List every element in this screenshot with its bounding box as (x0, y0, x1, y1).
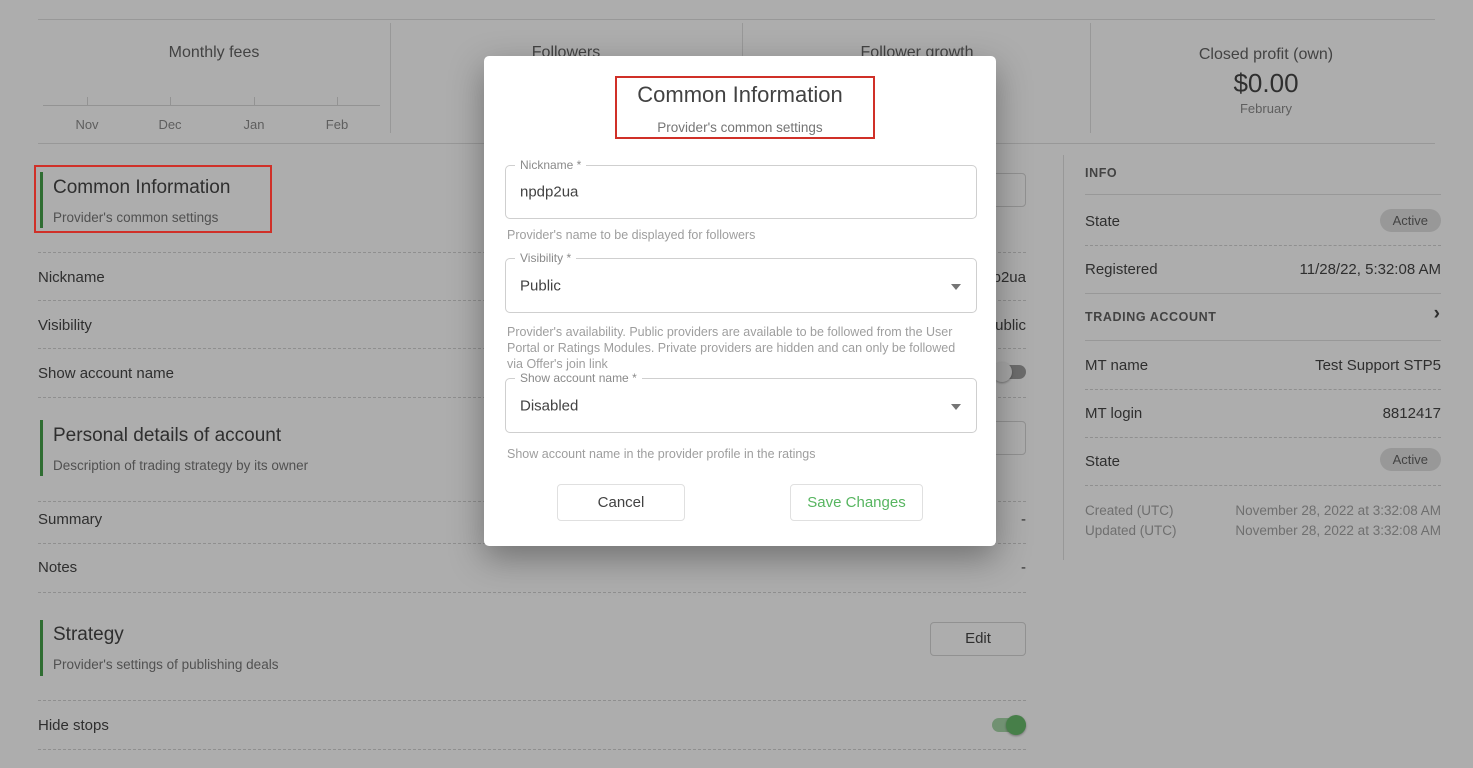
annotation-box-section-title (34, 165, 272, 233)
nickname-input-label: Nickname * (515, 158, 586, 172)
show-account-name-select-value: Disabled (520, 397, 578, 414)
annotation-box-modal-title (615, 76, 875, 139)
show-account-name-select[interactable]: Show account name * Disabled (505, 378, 977, 433)
nickname-helper-text: Provider's name to be displayed for foll… (507, 227, 969, 243)
nickname-input-value: npdp2ua (520, 184, 578, 201)
show-account-name-helper-text: Show account name in the provider profil… (507, 446, 969, 462)
visibility-select-label: Visibility * (515, 251, 576, 265)
cancel-button[interactable]: Cancel (557, 484, 685, 521)
visibility-select-value: Public (520, 277, 561, 294)
dropdown-arrow-icon (951, 284, 961, 290)
visibility-helper-text: Provider's availability. Public provider… (507, 324, 969, 372)
show-account-name-select-label: Show account name * (515, 371, 642, 385)
dropdown-arrow-icon (951, 404, 961, 410)
save-changes-button[interactable]: Save Changes (790, 484, 923, 521)
nickname-input[interactable]: Nickname * npdp2ua (505, 165, 977, 219)
visibility-select[interactable]: Visibility * Public (505, 258, 977, 313)
